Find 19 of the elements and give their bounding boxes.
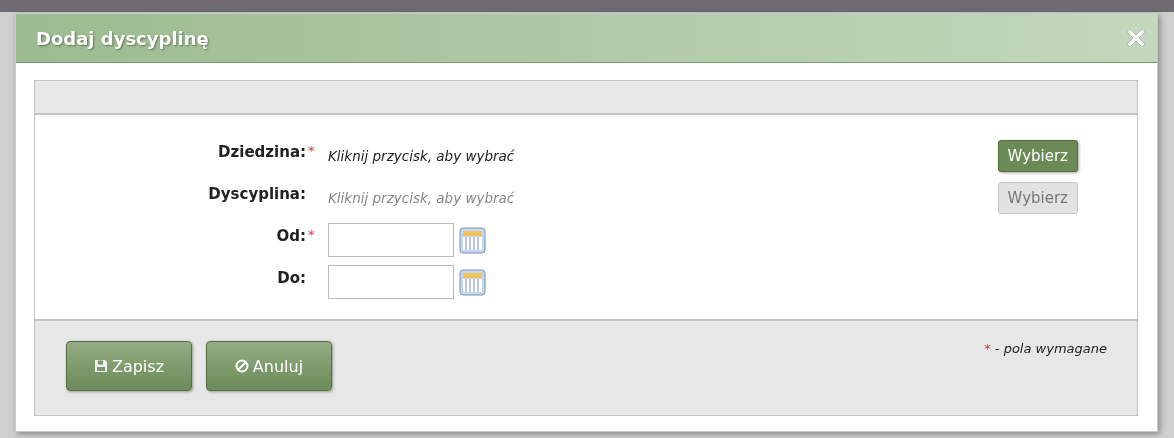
required-mark: * — [308, 227, 316, 242]
date-input[interactable] — [328, 223, 454, 257]
field-label: Dyscyplina: — [208, 185, 306, 203]
calendar-icon[interactable] — [459, 226, 486, 254]
field-label: Od: — [276, 227, 306, 245]
selection-text: Kliknij przycisk, aby wybrać — [328, 190, 515, 206]
field-label: Dziedzina: — [218, 143, 306, 161]
selection-text: Kliknij przycisk, aby wybrać — [328, 148, 515, 164]
field-label: Do: — [277, 269, 306, 287]
prohibited-icon — [234, 359, 249, 373]
save-button[interactable]: Zapisz — [66, 341, 192, 391]
required-mark: * — [308, 143, 316, 158]
cancel-button[interactable]: Anuluj — [206, 341, 332, 391]
required-mark: * — [984, 341, 991, 356]
select-button[interactable]: Wybierz — [997, 140, 1078, 172]
dialog-title: Dodaj dyscyplinę — [36, 27, 209, 49]
date-input[interactable] — [328, 265, 454, 299]
calendar-icon[interactable] — [459, 268, 486, 296]
legend-text: - pola wymagane — [994, 341, 1107, 356]
